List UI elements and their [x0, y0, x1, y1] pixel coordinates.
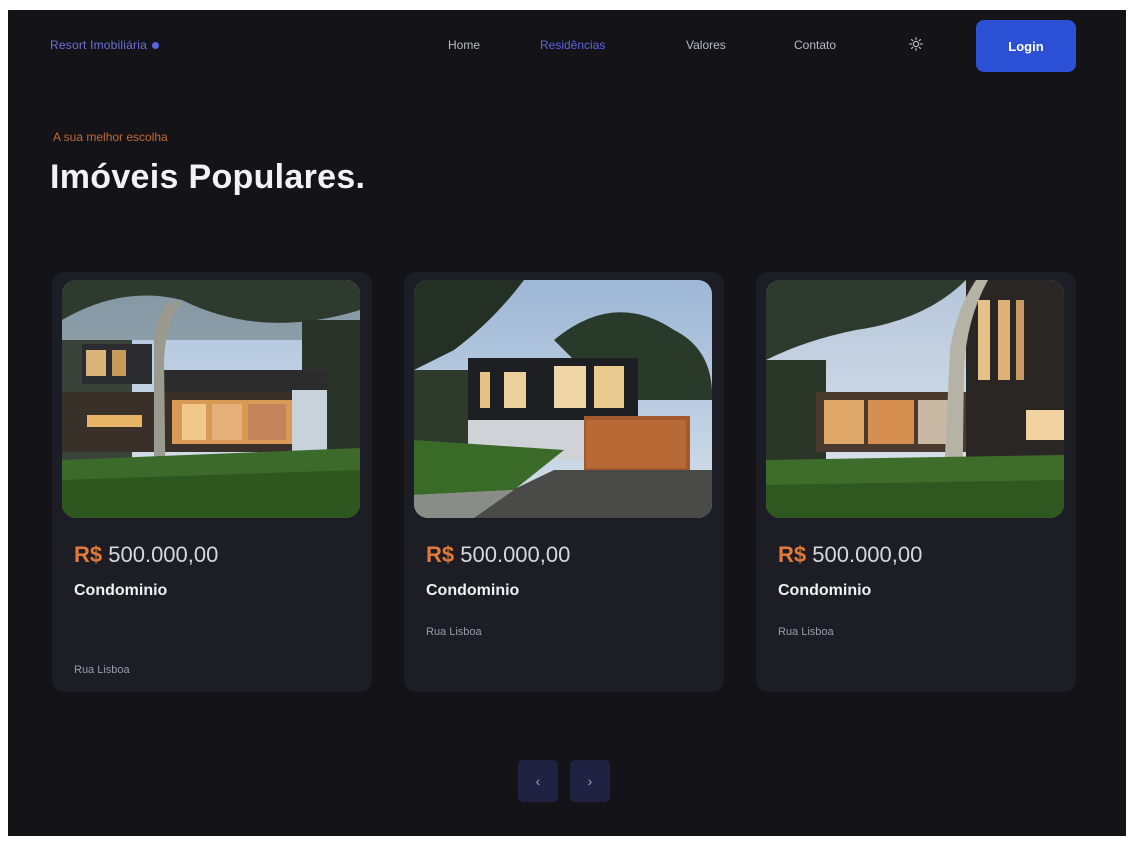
nav-menu: Home Residências Valores Contato [8, 38, 1126, 58]
property-photo [62, 280, 360, 518]
price-currency: R$ [778, 542, 807, 567]
price-amount: 500.000,00 [460, 542, 571, 567]
property-name: Condominio [778, 582, 872, 599]
sun-icon [909, 37, 923, 51]
property-card[interactable]: R$ 500.000,00 Condominio Rua Lisboa [52, 272, 372, 692]
property-price: R$ 500.000,00 [426, 542, 570, 568]
next-button[interactable]: › [570, 760, 610, 802]
property-name: Condominio [426, 582, 520, 599]
price-currency: R$ [426, 542, 455, 567]
page: Resort Imobiliária Home Residências Valo… [8, 10, 1126, 836]
property-card[interactable]: R$ 500.000,00 Condominio Rua Lisboa [756, 272, 1076, 692]
nav-item-residencias[interactable]: Residências [540, 38, 605, 52]
nav-item-valores[interactable]: Valores [686, 38, 726, 52]
chevron-right-icon: › [587, 773, 593, 789]
navbar: Resort Imobiliária Home Residências Valo… [8, 10, 1126, 86]
theme-toggle-button[interactable] [906, 34, 926, 54]
price-amount: 500.000,00 [812, 542, 923, 567]
property-card[interactable]: R$ 500.000,00 Condominio Rua Lisboa [404, 272, 724, 692]
price-amount: 500.000,00 [108, 542, 219, 567]
property-address: Rua Lisboa [426, 626, 482, 638]
property-name: Condominio [74, 582, 168, 599]
section-title: Imóveis Populares. [50, 158, 366, 196]
property-photo [414, 280, 712, 518]
property-address: Rua Lisboa [778, 626, 834, 638]
property-price: R$ 500.000,00 [778, 542, 922, 568]
property-photo [766, 280, 1064, 518]
chevron-left-icon: ‹ [535, 773, 541, 789]
section-eyebrow: A sua melhor escolha [53, 130, 168, 144]
nav-item-home[interactable]: Home [448, 38, 480, 52]
login-button[interactable]: Login [976, 20, 1076, 72]
property-price: R$ 500.000,00 [74, 542, 218, 568]
nav-item-contato[interactable]: Contato [794, 38, 836, 52]
prev-button[interactable]: ‹ [518, 760, 558, 802]
price-currency: R$ [74, 542, 103, 567]
property-address: Rua Lisboa [74, 664, 130, 676]
